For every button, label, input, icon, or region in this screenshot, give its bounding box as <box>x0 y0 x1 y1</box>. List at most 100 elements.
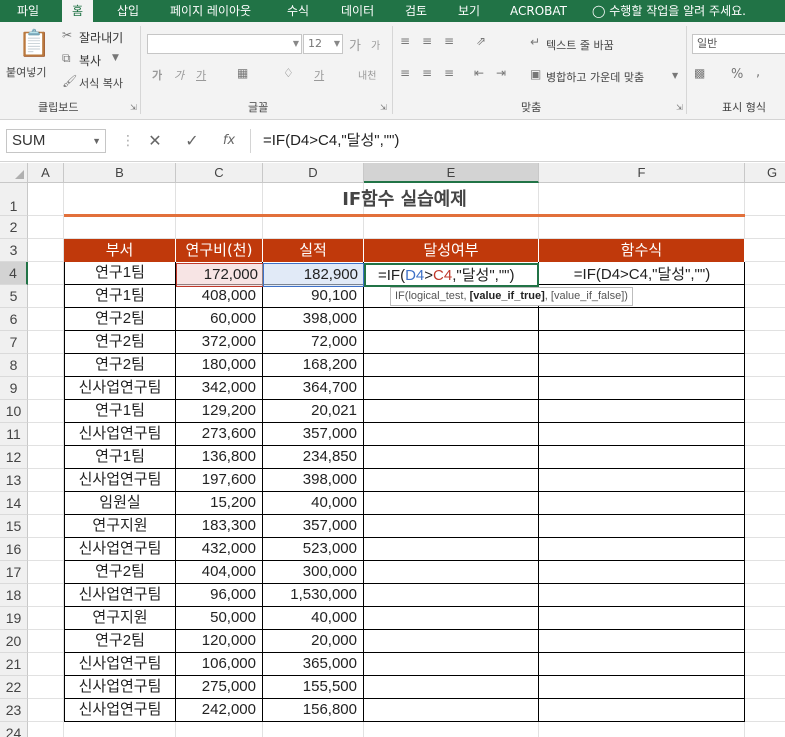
result-cell[interactable]: 398,000 <box>263 469 364 492</box>
budget-cell[interactable]: 432,000 <box>176 538 263 561</box>
result-cell[interactable]: 365,000 <box>263 653 364 676</box>
row-header-21[interactable]: 21 <box>0 653 28 676</box>
chevron-down-icon[interactable]: ▼ <box>672 69 678 83</box>
budget-cell[interactable]: 242,000 <box>176 699 263 722</box>
row-header-22[interactable]: 22 <box>0 676 28 699</box>
formula-cell[interactable] <box>539 400 745 423</box>
italic-button[interactable]: 가 <box>174 67 184 83</box>
align-right-icon[interactable]: ≡ <box>444 66 454 80</box>
tab-view[interactable]: 보기 <box>458 0 480 22</box>
formula-cell[interactable] <box>539 308 745 331</box>
budget-cell[interactable]: 197,600 <box>176 469 263 492</box>
editing-cell-e4[interactable]: =IF(D4>C4,"달성","") <box>364 263 539 287</box>
row-header-24[interactable]: 24 <box>0 722 28 737</box>
result-cell[interactable]: 300,000 <box>263 561 364 584</box>
formula-cell[interactable] <box>539 676 745 699</box>
achieved-cell[interactable] <box>364 377 539 400</box>
column-header-c[interactable]: C <box>176 163 263 183</box>
column-header-g[interactable]: G <box>745 163 785 183</box>
formula-text-cell[interactable]: =IF(D4>C4,"달성","") <box>539 264 745 286</box>
font-color-button[interactable]: 가 <box>314 67 324 83</box>
budget-cell[interactable]: 180,000 <box>176 354 263 377</box>
dept-cell[interactable]: 임원실 <box>64 492 176 515</box>
achieved-cell[interactable] <box>364 630 539 653</box>
dept-cell[interactable]: 연구2팀 <box>64 561 176 584</box>
formula-input[interactable]: =IF(D4>C4,"달성","") <box>250 129 780 153</box>
column-header-f[interactable]: F <box>539 163 745 183</box>
budget-cell[interactable]: 275,000 <box>176 676 263 699</box>
paste-icon[interactable]: 📋 <box>18 30 50 58</box>
achieved-cell[interactable] <box>364 699 539 722</box>
align-bottom-icon[interactable]: ≡ <box>444 34 454 48</box>
row-header-3[interactable]: 3 <box>0 239 28 262</box>
achieved-cell[interactable] <box>364 607 539 630</box>
wrap-text-button[interactable]: 텍스트 줄 바꿈 <box>546 37 614 53</box>
formula-cell[interactable] <box>539 630 745 653</box>
table-header-cell[interactable]: 함수식 <box>539 239 745 262</box>
result-cell[interactable]: 1,530,000 <box>263 584 364 607</box>
budget-cell[interactable]: 273,600 <box>176 423 263 446</box>
select-all-corner[interactable] <box>0 163 28 183</box>
sheet-title[interactable]: IF함수 실습예제 <box>64 183 745 216</box>
tab-home[interactable]: 홈 <box>62 0 94 23</box>
formula-cell[interactable] <box>539 492 745 515</box>
table-header-cell[interactable]: 연구비(천) <box>176 239 263 262</box>
achieved-cell[interactable] <box>364 469 539 492</box>
achieved-cell[interactable] <box>364 515 539 538</box>
table-header-cell[interactable]: 달성여부 <box>364 239 539 262</box>
row-header-15[interactable]: 15 <box>0 515 28 538</box>
row-header-6[interactable]: 6 <box>0 308 28 331</box>
currency-icon[interactable]: ▩ <box>694 66 705 80</box>
table-header-cell[interactable]: 부서 <box>64 239 176 262</box>
formula-cell[interactable] <box>539 653 745 676</box>
enter-button[interactable]: ✓ <box>181 131 203 151</box>
column-header-b[interactable]: B <box>64 163 176 183</box>
font-size-combo[interactable]: 12 ▼ <box>303 34 343 54</box>
achieved-cell[interactable] <box>364 446 539 469</box>
dept-cell[interactable]: 신사업연구팀 <box>64 423 176 446</box>
result-cell[interactable]: 40,000 <box>263 607 364 630</box>
row-header-14[interactable]: 14 <box>0 492 28 515</box>
result-cell[interactable]: 398,000 <box>263 308 364 331</box>
formula-cell[interactable] <box>539 423 745 446</box>
row-header-23[interactable]: 23 <box>0 699 28 722</box>
achieved-cell[interactable] <box>364 676 539 699</box>
dept-cell[interactable]: 신사업연구팀 <box>64 676 176 699</box>
row-header-10[interactable]: 10 <box>0 400 28 423</box>
row-header-16[interactable]: 16 <box>0 538 28 561</box>
formula-cell[interactable] <box>539 515 745 538</box>
align-middle-icon[interactable]: ≡ <box>422 34 432 48</box>
column-header-a[interactable]: A <box>28 163 64 183</box>
dept-cell[interactable]: 연구지원 <box>64 607 176 630</box>
budget-cell[interactable]: 372,000 <box>176 331 263 354</box>
dept-cell[interactable]: 연구2팀 <box>64 354 176 377</box>
increase-indent-icon[interactable]: ⇥ <box>496 66 506 80</box>
tab-review[interactable]: 검토 <box>405 0 427 22</box>
shrink-font-button[interactable]: 가 <box>371 37 380 52</box>
formula-cell[interactable] <box>539 561 745 584</box>
dialog-launcher-icon[interactable]: ⇲ <box>676 101 683 115</box>
insert-function-button[interactable]: fx <box>218 131 240 151</box>
row-header-8[interactable]: 8 <box>0 354 28 377</box>
name-box[interactable]: SUM ▼ <box>6 129 106 153</box>
formula-cell[interactable] <box>539 377 745 400</box>
row-header-5[interactable]: 5 <box>0 285 28 308</box>
budget-cell[interactable]: 15,200 <box>176 492 263 515</box>
result-cell[interactable]: 40,000 <box>263 492 364 515</box>
result-cell[interactable]: 234,850 <box>263 446 364 469</box>
formula-cell[interactable] <box>539 699 745 722</box>
row-header-17[interactable]: 17 <box>0 561 28 584</box>
result-cell[interactable]: 168,200 <box>263 354 364 377</box>
result-cell[interactable]: 20,021 <box>263 400 364 423</box>
tab-acrobat[interactable]: ACROBAT <box>510 0 567 22</box>
grow-font-button[interactable]: 가 <box>349 35 361 54</box>
dept-cell[interactable]: 연구1팀 <box>64 400 176 423</box>
dept-cell[interactable]: 연구1팀 <box>64 285 176 308</box>
budget-cell[interactable]: 60,000 <box>176 308 263 331</box>
budget-cell[interactable]: 404,000 <box>176 561 263 584</box>
paste-button[interactable]: 붙여넣기 <box>6 64 46 80</box>
result-cell[interactable]: 357,000 <box>263 515 364 538</box>
achieved-cell[interactable] <box>364 354 539 377</box>
formula-cell[interactable] <box>539 354 745 377</box>
budget-cell[interactable]: 136,800 <box>176 446 263 469</box>
